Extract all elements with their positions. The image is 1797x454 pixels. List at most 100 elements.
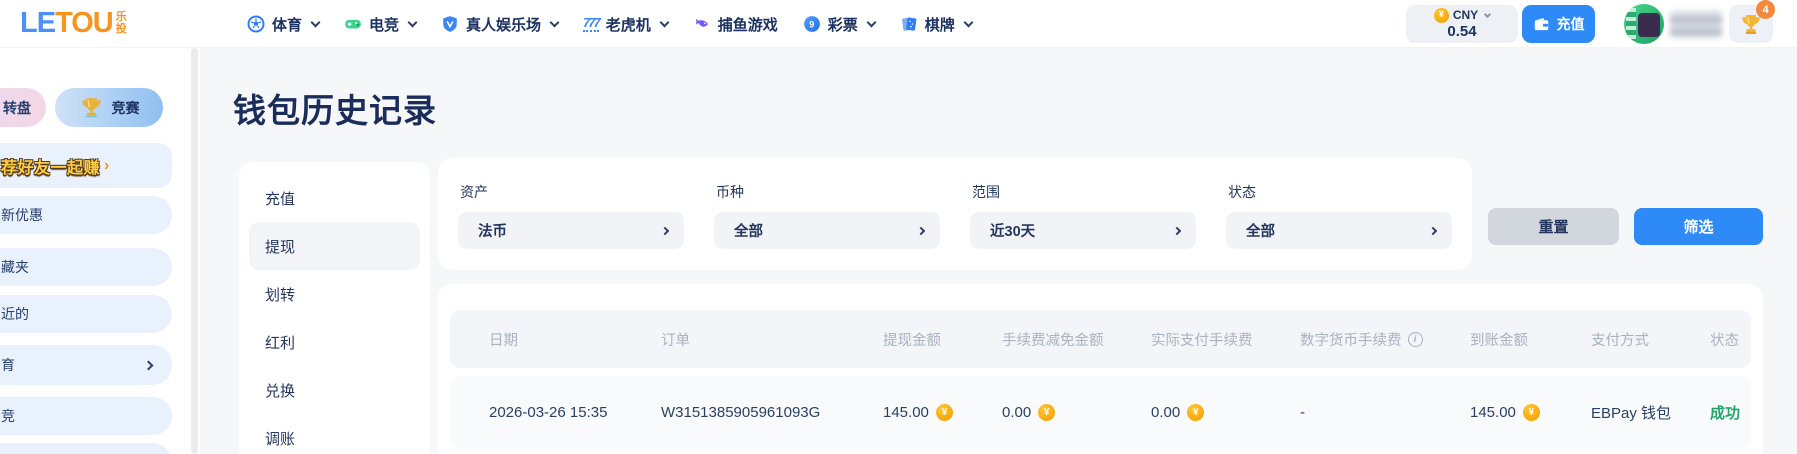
- main-nav: 体育 电竞 真人娱乐场 777 老虎机 捕鱼游戏 9 彩票 棋牌: [247, 0, 974, 48]
- sidebar-item-contest[interactable]: 竞赛: [55, 88, 163, 127]
- asset-select[interactable]: 法币: [458, 212, 684, 249]
- history-table: 日期 订单 提现金额 手续费减免金额 实际支付手续费 数字货币手续费 i 到账金…: [438, 284, 1763, 454]
- select-value: 全部: [734, 224, 763, 240]
- amount-value: 0.00: [1002, 403, 1032, 421]
- avatar-art: [1626, 8, 1636, 40]
- nav-label: 棋牌: [924, 16, 955, 34]
- col-header-method: 支付方式: [1591, 332, 1649, 349]
- cell-fee-actual: 0.00 ¥: [1151, 403, 1300, 421]
- chevron-down-icon: [659, 17, 670, 27]
- currency-code: CNY: [1452, 7, 1479, 22]
- fish-icon: [695, 18, 708, 27]
- sidebar-item-recent[interactable]: 近的: [0, 295, 172, 333]
- filter-group-asset: 资产 法币: [458, 182, 684, 249]
- nav-item-sports[interactable]: 体育: [247, 14, 321, 35]
- select-value: 全部: [1246, 224, 1275, 240]
- menu-label: 划转: [265, 286, 296, 304]
- nav-label: 彩票: [827, 16, 858, 34]
- cell-received: 145.00 ¥: [1470, 403, 1591, 421]
- trophy-icon: [81, 98, 101, 118]
- cell-date: 2026-03-26 15:35: [489, 403, 608, 421]
- col-header-date: 日期: [489, 332, 518, 349]
- letou-logo[interactable]: LE TOU 乐 投: [20, 7, 127, 40]
- cell-withdraw-amount: 145.00 ¥: [883, 403, 1002, 421]
- cell-crypto-fee: -: [1300, 403, 1305, 421]
- sidebar-item-wheel[interactable]: 转盘: [0, 88, 46, 127]
- col-header-withdraw-amount: 提现金额: [883, 332, 941, 349]
- chevron-down-icon: [310, 17, 321, 27]
- info-icon[interactable]: i: [1407, 331, 1423, 347]
- col-header-label: 数字货币手续费: [1300, 332, 1402, 349]
- balance-amount: 0.54: [1447, 22, 1477, 40]
- sidebar-item-esports[interactable]: 竞: [0, 397, 172, 435]
- menu-item-exchange[interactable]: 兑换: [249, 366, 420, 414]
- col-header-crypto-fee: 数字货币手续费 i: [1300, 329, 1470, 350]
- avatar[interactable]: [1624, 4, 1664, 44]
- nav-item-esports[interactable]: 电竞: [344, 14, 418, 35]
- nav-label: 捕鱼游戏: [717, 16, 778, 34]
- coin-icon: ¥: [935, 403, 953, 421]
- range-select[interactable]: 近30天: [970, 212, 1196, 249]
- filter-apply-button[interactable]: 筛选: [1634, 208, 1763, 245]
- amount-value: 145.00: [1470, 403, 1516, 421]
- sidebar-item-promos[interactable]: 新优惠: [0, 196, 172, 234]
- nav-item-slots[interactable]: 777 老虎机: [583, 14, 670, 35]
- chevron-right-icon: [143, 360, 154, 370]
- gamepad-icon: [345, 19, 361, 29]
- nav-item-board-games[interactable]: 棋牌: [900, 14, 974, 35]
- sidebar-item-referral[interactable]: 荐好友一起赚 ›: [0, 143, 172, 188]
- col-header-order: 订单: [661, 332, 690, 349]
- logo-cn-top: 乐: [115, 10, 127, 23]
- contest-label: 竞赛: [111, 99, 140, 116]
- balance-selector[interactable]: ¥ CNY 0.54: [1406, 5, 1518, 43]
- reset-button[interactable]: 重置: [1488, 208, 1619, 245]
- filter-group-currency: 币种 全部: [714, 182, 940, 249]
- shield-icon: [443, 16, 457, 32]
- slots-777-icon: 777: [583, 15, 601, 32]
- chevron-down-icon: [866, 17, 877, 27]
- nav-item-fishing[interactable]: 捕鱼游戏: [693, 14, 778, 35]
- logo-text-tou: TOU: [55, 7, 114, 39]
- chevron-right-icon: [660, 226, 670, 235]
- menu-item-withdraw[interactable]: 提现: [249, 222, 420, 270]
- select-value: 近30天: [990, 224, 1036, 240]
- currency-select[interactable]: 全部: [714, 212, 940, 249]
- page-title: 钱包历史记录: [233, 92, 437, 129]
- cell-method: EBPay 钱包: [1591, 404, 1672, 422]
- filter-label: 资产: [460, 184, 488, 200]
- sidebar-item-partial[interactable]: [0, 443, 172, 454]
- chevron-down-icon: [549, 17, 560, 27]
- menu-label: 红利: [265, 334, 296, 352]
- filter-group-status: 状态 全部: [1226, 182, 1452, 249]
- nav-item-live-casino[interactable]: 真人娱乐场: [441, 14, 560, 35]
- cards-icon: [901, 17, 917, 31]
- table-row[interactable]: 2026-03-26 15:35 W3151385905961093G 145.…: [450, 376, 1751, 448]
- cell-order: W3151385905961093G: [661, 403, 821, 421]
- filter-label: 范围: [972, 184, 1000, 200]
- screen: LE TOU 乐 投 体育 电竞 真人娱乐场 777 老虎机 捕鱼游戏 9 彩票…: [0, 0, 1797, 454]
- sidebar-item-label: 新优惠: [1, 207, 43, 223]
- nav-item-lottery[interactable]: 9 彩票: [803, 14, 877, 35]
- deposit-label: 充值: [1556, 16, 1585, 32]
- chevron-down-icon: [963, 17, 974, 27]
- sidebar-scrollbar[interactable]: [191, 48, 198, 454]
- deposit-button[interactable]: 充值: [1522, 5, 1595, 43]
- sidebar-item-sports[interactable]: 育: [0, 345, 172, 385]
- sidebar-item-favorites[interactable]: 藏夹: [0, 248, 172, 286]
- col-header-fee-waived: 手续费减免金额: [1002, 332, 1104, 349]
- select-value: 法币: [478, 224, 507, 240]
- main-content: 钱包历史记录 充值 提现 划转 红利 兑换 调账 资产 法币 币种 全部 范围 …: [200, 48, 1797, 454]
- coin-icon: ¥: [1187, 403, 1205, 421]
- logo-cn-bottom: 投: [115, 22, 127, 35]
- wallet-menu: 充值 提现 划转 红利 兑换 调账: [239, 162, 430, 454]
- avatar-art: [1638, 13, 1660, 37]
- menu-item-adjustment[interactable]: 调账: [249, 414, 420, 454]
- menu-item-transfer[interactable]: 划转: [249, 270, 420, 318]
- menu-label: 兑换: [265, 382, 296, 400]
- menu-item-bonus[interactable]: 红利: [249, 318, 420, 366]
- filter-group-range: 范围 近30天: [970, 182, 1196, 249]
- coin-icon: ¥: [1433, 7, 1449, 23]
- status-select[interactable]: 全部: [1226, 212, 1452, 249]
- menu-item-deposit[interactable]: 充值: [249, 174, 420, 222]
- chevron-right-icon: ›: [104, 156, 110, 174]
